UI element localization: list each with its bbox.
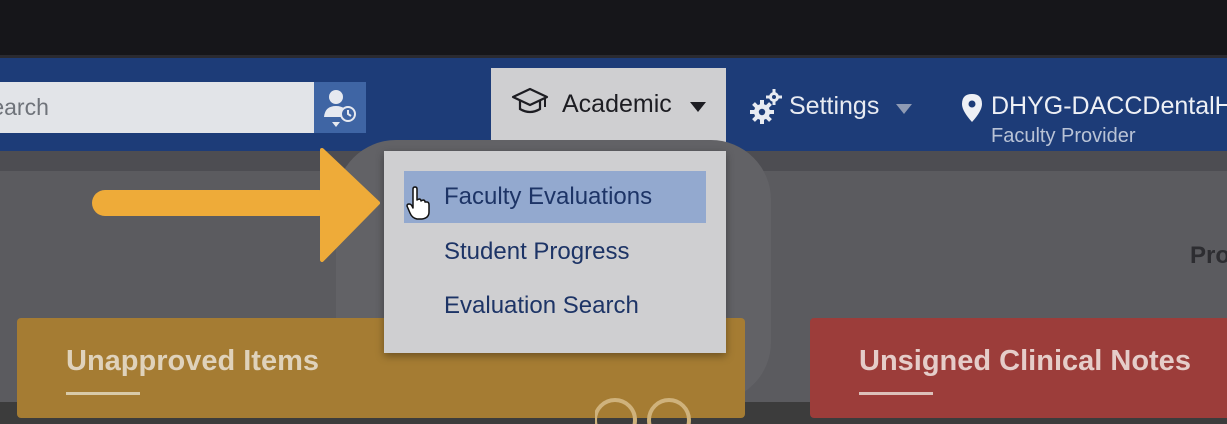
- card-title: Unsigned Clinical Notes: [859, 345, 1191, 377]
- annotation-arrow-icon: [92, 148, 380, 262]
- map-pin-icon: [962, 94, 982, 122]
- unsigned-clinical-notes-card[interactable]: Unsigned Clinical Notes: [810, 318, 1227, 418]
- partial-heading: Pro: [1190, 242, 1227, 269]
- academic-dropdown-menu: Faculty Evaluations Student Progress Eva…: [384, 151, 726, 353]
- menu-item-evaluation-search[interactable]: Evaluation Search: [404, 280, 706, 332]
- menu-item-faculty-evaluations[interactable]: Faculty Evaluations: [404, 171, 706, 223]
- academic-menu-label: Academic: [562, 90, 672, 118]
- user-role: Faculty Provider: [991, 125, 1136, 147]
- graduation-cap-icon: [511, 87, 549, 114]
- card-title-underline: [859, 392, 933, 395]
- patient-history-button[interactable]: [314, 82, 366, 133]
- menu-item-student-progress[interactable]: Student Progress: [404, 226, 706, 278]
- hand-pointer-icon: [406, 186, 430, 220]
- patient-search-input[interactable]: [0, 82, 314, 133]
- chevron-down-icon: [896, 104, 912, 114]
- location-name: DHYG-DACCDentalH: [991, 92, 1227, 120]
- card-decoration: [595, 398, 691, 424]
- os-title-bar: [0, 0, 1227, 58]
- gears-icon: [750, 89, 782, 124]
- academic-menu-tab[interactable]: Academic: [491, 68, 726, 151]
- patient-history-icon: [324, 89, 356, 127]
- card-title: Unapproved Items: [66, 345, 319, 377]
- card-title-underline: [66, 392, 140, 395]
- settings-menu-label: Settings: [789, 92, 880, 120]
- chevron-down-icon: [690, 102, 706, 112]
